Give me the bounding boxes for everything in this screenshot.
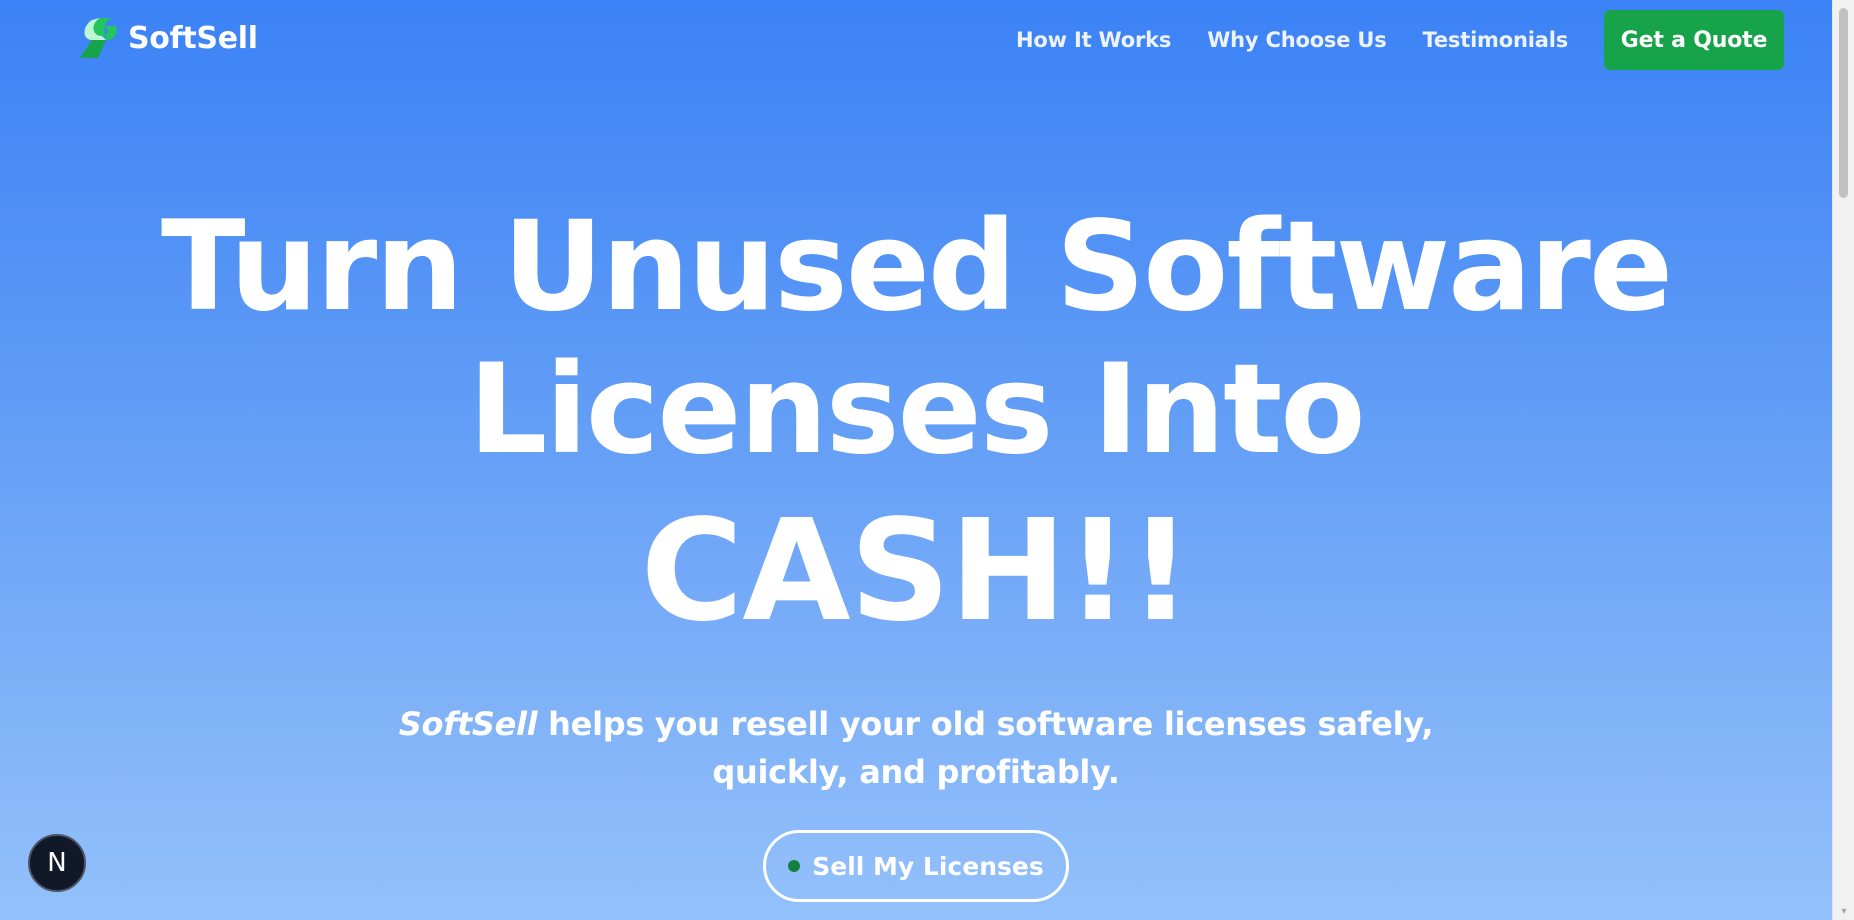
get-a-quote-button[interactable]: Get a Quote <box>1604 10 1784 70</box>
brand-logo[interactable]: SoftSell <box>76 16 258 60</box>
subtitle-brand: SoftSell <box>398 705 538 743</box>
subtitle-text-1: helps you resell your old software licen… <box>537 705 1434 743</box>
nav-link-how-it-works[interactable]: How It Works <box>1016 28 1171 52</box>
hero-section: SoftSell How It Works Why Choose Us Test… <box>0 0 1832 920</box>
sell-my-licenses-button[interactable]: Sell My Licenses <box>763 830 1069 902</box>
subtitle-text-2: quickly, and profitably. <box>712 753 1120 791</box>
nextjs-dev-indicator-button[interactable]: N <box>28 834 86 892</box>
cta-label: Sell My Licenses <box>812 851 1044 881</box>
nav-link-testimonials[interactable]: Testimonials <box>1423 28 1569 52</box>
nextjs-n-icon: N <box>47 848 67 878</box>
status-dot-icon <box>788 860 801 872</box>
nav-link-why-choose-us[interactable]: Why Choose Us <box>1207 28 1387 52</box>
headline-line-3: CASH!! <box>640 490 1193 653</box>
headline-line-2: Licenses Into <box>468 338 1365 482</box>
scrollbar-thumb[interactable] <box>1839 8 1848 198</box>
headline-line-1: Turn Unused Software <box>160 195 1673 339</box>
scroll-down-arrow-icon[interactable]: ▾ <box>1838 906 1850 918</box>
hero-subtitle: SoftSell helps you resell your old softw… <box>0 700 1832 796</box>
top-navigation: How It Works Why Choose Us Testimonials … <box>1016 0 1832 80</box>
brand-name: SoftSell <box>128 20 258 56</box>
hero-headline: Turn Unused Software Licenses Into CASH!… <box>0 196 1832 662</box>
page-scrollbar[interactable]: ▾ <box>1832 0 1854 920</box>
softsell-leaf-icon <box>76 16 120 60</box>
